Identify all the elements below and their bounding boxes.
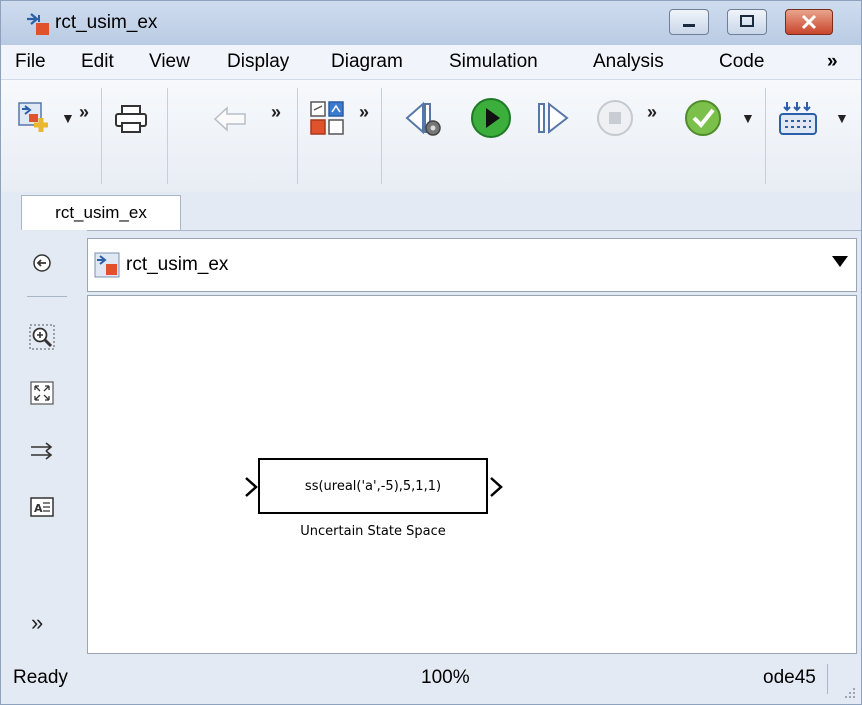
new-model-button[interactable] bbox=[15, 100, 51, 134]
tab-rct-usim-ex[interactable]: rct_usim_ex bbox=[21, 195, 181, 230]
toolbar-separator bbox=[381, 88, 382, 184]
block-label: Uncertain State Space bbox=[300, 524, 446, 539]
menu-code[interactable]: Code bbox=[719, 51, 764, 73]
check-icon bbox=[685, 100, 721, 136]
palette-expand-button[interactable]: » bbox=[31, 610, 43, 636]
model-advisor-dropdown[interactable]: ▼ bbox=[741, 110, 755, 126]
print-icon bbox=[115, 105, 147, 133]
status-divider bbox=[827, 664, 828, 694]
solver-name[interactable]: ode45 bbox=[763, 667, 816, 689]
annotation-button[interactable]: A bbox=[29, 494, 55, 520]
window-title: rct_usim_ex bbox=[55, 12, 158, 33]
address-text: rct_usim_ex bbox=[126, 254, 229, 275]
fit-to-view-icon bbox=[30, 381, 54, 405]
status-bar: Ready 100% ode45 bbox=[1, 654, 861, 704]
print-button[interactable] bbox=[113, 102, 149, 136]
uncertain-state-space-block[interactable]: ss(ureal('a',-5),5,1,1) bbox=[258, 458, 488, 514]
stop-button[interactable] bbox=[595, 98, 635, 138]
output-port-icon bbox=[490, 477, 503, 497]
input-port-icon bbox=[245, 477, 258, 497]
build-dropdown[interactable]: ▼ bbox=[835, 110, 849, 126]
title-bar: rct_usim_ex bbox=[1, 1, 861, 45]
simulink-window: rct_usim_ex File Edit View Display Diagr… bbox=[0, 0, 862, 705]
model-advisor-button[interactable] bbox=[683, 98, 723, 138]
library-browser-icon bbox=[310, 101, 344, 135]
fit-to-view-button[interactable] bbox=[29, 380, 55, 406]
minimize-icon bbox=[683, 24, 695, 27]
menu-simulation[interactable]: Simulation bbox=[449, 51, 538, 73]
palette-divider bbox=[27, 296, 67, 297]
build-button[interactable] bbox=[777, 98, 821, 138]
annotation-icon: A bbox=[30, 497, 54, 517]
back-button[interactable] bbox=[213, 104, 247, 134]
minimize-button[interactable] bbox=[669, 9, 709, 35]
signal-arrows-icon bbox=[31, 442, 53, 460]
build-icon bbox=[779, 102, 817, 135]
left-palette: A » bbox=[1, 230, 87, 654]
new-model-dropdown[interactable]: ▼ bbox=[61, 110, 75, 126]
toolbar: ▼ » » » » ▼ ▼ bbox=[1, 80, 861, 192]
block-expression: ss(ureal('a',-5),5,1,1) bbox=[304, 478, 442, 494]
toolbar-separator bbox=[297, 88, 298, 184]
step-forward-button[interactable] bbox=[533, 98, 573, 138]
menu-display[interactable]: Display bbox=[227, 51, 289, 73]
step-forward-icon bbox=[538, 101, 569, 135]
resize-grip-icon[interactable] bbox=[841, 684, 857, 700]
toolbar-separator bbox=[101, 88, 102, 184]
toolbar-overflow-2[interactable]: » bbox=[271, 102, 281, 123]
model-canvas[interactable]: ss(ureal('a',-5),5,1,1) Uncertain State … bbox=[87, 295, 857, 654]
toolbar-overflow-3[interactable]: » bbox=[359, 102, 369, 123]
simulink-model-icon bbox=[27, 13, 49, 35]
maximize-icon bbox=[740, 15, 754, 27]
menu-analysis[interactable]: Analysis bbox=[593, 51, 664, 73]
run-button[interactable] bbox=[469, 96, 513, 140]
svg-text:A: A bbox=[34, 502, 43, 515]
zoom-level: 100% bbox=[421, 667, 470, 688]
close-button[interactable] bbox=[785, 9, 833, 35]
hide-browser-button[interactable] bbox=[29, 250, 55, 276]
model-browser-address[interactable]: rct_usim_ex bbox=[87, 238, 857, 292]
menu-file[interactable]: File bbox=[15, 51, 46, 73]
zoom-in-icon bbox=[29, 324, 55, 350]
maximize-button[interactable] bbox=[727, 9, 767, 35]
step-back-icon bbox=[405, 101, 441, 136]
menu-bar: File Edit View Display Diagram Simulatio… bbox=[1, 45, 861, 80]
step-back-button[interactable] bbox=[403, 98, 443, 138]
toolbar-separator bbox=[765, 88, 766, 184]
toolbar-separator bbox=[167, 88, 168, 184]
hide-signal-lines-button[interactable] bbox=[29, 438, 55, 464]
simulink-model-icon bbox=[94, 252, 120, 278]
menu-overflow[interactable]: » bbox=[827, 51, 838, 73]
chevron-down-icon[interactable] bbox=[832, 256, 848, 267]
toolbar-overflow-1[interactable]: » bbox=[79, 102, 89, 123]
run-icon bbox=[471, 98, 511, 138]
toolbar-overflow-4[interactable]: » bbox=[647, 102, 657, 123]
zoom-button[interactable] bbox=[29, 324, 55, 350]
navigate-back-icon bbox=[33, 254, 51, 272]
menu-diagram[interactable]: Diagram bbox=[331, 51, 403, 73]
menu-view[interactable]: View bbox=[149, 51, 190, 73]
status-text: Ready bbox=[13, 667, 68, 688]
menu-edit[interactable]: Edit bbox=[81, 51, 114, 73]
library-browser-button[interactable] bbox=[307, 98, 347, 138]
close-icon bbox=[801, 14, 817, 30]
new-model-icon bbox=[18, 102, 48, 132]
back-icon bbox=[213, 106, 246, 132]
stop-icon bbox=[597, 100, 633, 136]
tab-strip: rct_usim_ex bbox=[1, 192, 861, 231]
